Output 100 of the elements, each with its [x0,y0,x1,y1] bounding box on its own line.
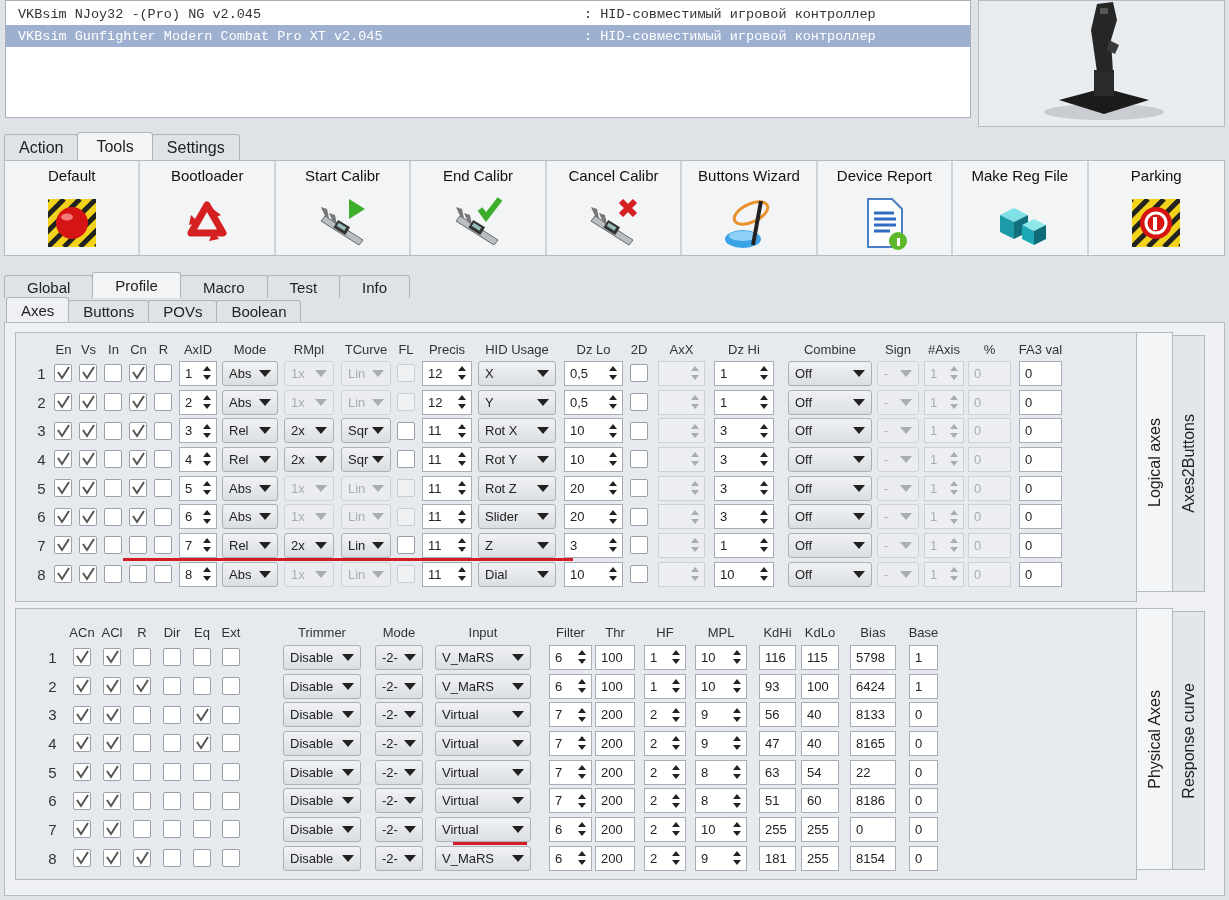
spin-field[interactable]: 20 [564,475,623,501]
spin-field[interactable]: 2 [644,759,686,785]
checkbox[interactable] [79,364,97,383]
dropdown[interactable]: -2- [375,816,423,842]
spin-field[interactable]: 9 [695,702,747,728]
dropdown[interactable]: 2x [284,418,334,444]
checkbox[interactable] [193,820,211,839]
input-field[interactable]: 8133 [850,702,896,728]
toolbar-button[interactable]: Make Reg File [953,161,1089,255]
spin-field[interactable]: 3 [714,475,774,501]
checkbox[interactable] [630,536,648,555]
input-field[interactable]: 100 [595,644,635,670]
checkbox[interactable] [104,450,122,469]
toolbar-button[interactable]: Start Calibr [275,161,412,255]
checkbox[interactable] [54,421,72,440]
toolbar-button[interactable]: Buttons Wizard [682,161,818,255]
dropdown[interactable]: Disable [283,816,361,842]
checkbox[interactable] [133,820,151,839]
input-field[interactable]: 200 [595,816,635,842]
checkbox[interactable] [222,677,240,696]
checkbox[interactable] [79,507,97,526]
tab[interactable]: Global [4,275,94,298]
input-field[interactable]: 0 [909,845,938,871]
checkbox[interactable] [54,364,72,383]
spin-field[interactable]: 7 [549,788,592,814]
checkbox[interactable] [104,479,122,498]
spin-field[interactable]: 12 [422,360,472,386]
input-field[interactable]: 200 [595,845,635,871]
spin-field[interactable]: 7 [549,702,592,728]
input-field[interactable]: 100 [595,673,635,699]
checkbox[interactable] [193,849,211,868]
toolbar-button[interactable]: Parking [1088,161,1224,255]
dropdown[interactable]: Abs [222,360,278,386]
spin-field[interactable]: 9 [695,845,747,871]
input-field[interactable]: 0 [909,759,938,785]
tab[interactable]: Tools [77,132,153,160]
checkbox[interactable] [79,479,97,498]
checkbox[interactable] [193,705,211,724]
dropdown[interactable]: -2- [375,644,423,670]
checkbox[interactable] [54,536,72,555]
checkbox[interactable] [129,450,147,469]
checkbox[interactable] [129,393,147,412]
dropdown[interactable]: Off [788,475,872,501]
spin-field[interactable]: 11 [422,418,472,444]
checkbox[interactable] [133,648,151,667]
dropdown[interactable]: V_MaRS [435,673,531,699]
spin-field[interactable]: 10 [695,816,747,842]
checkbox[interactable] [73,791,91,810]
spin-field[interactable]: 11 [422,475,472,501]
dropdown[interactable]: Sqr [341,446,391,472]
dropdown[interactable]: -2- [375,730,423,756]
dropdown[interactable]: Off [788,418,872,444]
spin-field[interactable]: 2 [644,816,686,842]
checkbox[interactable] [193,763,211,782]
tab[interactable]: Info [339,275,411,298]
input-field[interactable]: 0 [1019,446,1062,472]
side-tab[interactable]: Response curve [1173,611,1205,870]
input-field[interactable]: 60 [801,788,839,814]
input-field[interactable]: 63 [759,759,796,785]
checkbox[interactable] [73,820,91,839]
checkbox[interactable] [222,820,240,839]
checkbox[interactable] [104,536,122,555]
spin-field[interactable]: 2 [179,389,217,415]
input-field[interactable]: 116 [759,644,796,670]
toolbar-button[interactable]: Default [5,161,141,255]
input-field[interactable]: 6424 [850,673,896,699]
dropdown[interactable]: Disable [283,673,361,699]
spin-field[interactable]: 9 [695,730,747,756]
spin-field[interactable]: 8 [179,561,217,587]
toolbar-button[interactable]: Device Report [817,161,954,255]
checkbox[interactable] [79,450,97,469]
dropdown[interactable]: -2- [375,673,423,699]
checkbox[interactable] [79,421,97,440]
dropdown[interactable]: Disable [283,730,361,756]
checkbox[interactable] [73,705,91,724]
toolbar-button[interactable]: Cancel Calibr [546,161,683,255]
spin-field[interactable]: 6 [549,845,592,871]
checkbox[interactable] [154,507,172,526]
spin-field[interactable]: 4 [179,446,217,472]
dropdown[interactable]: Virtual [435,702,531,728]
dropdown[interactable]: Virtual [435,788,531,814]
spin-field[interactable]: 6 [549,644,592,670]
spin-field[interactable]: 3 [714,504,774,530]
checkbox[interactable] [193,648,211,667]
dropdown[interactable]: Rel [222,418,278,444]
checkbox[interactable] [163,677,181,696]
spin-field[interactable]: 11 [422,532,472,558]
spin-field[interactable]: 10 [714,561,774,587]
checkbox[interactable] [397,421,415,440]
input-field[interactable]: 255 [801,816,839,842]
input-field[interactable]: 0 [1019,418,1062,444]
dropdown[interactable]: Off [788,446,872,472]
checkbox[interactable] [630,450,648,469]
checkbox[interactable] [103,763,121,782]
spin-field[interactable]: 10 [695,673,747,699]
dropdown[interactable]: Rot X [478,418,556,444]
spin-field[interactable]: 10 [695,644,747,670]
checkbox[interactable] [104,393,122,412]
checkbox[interactable] [54,450,72,469]
checkbox[interactable] [73,763,91,782]
